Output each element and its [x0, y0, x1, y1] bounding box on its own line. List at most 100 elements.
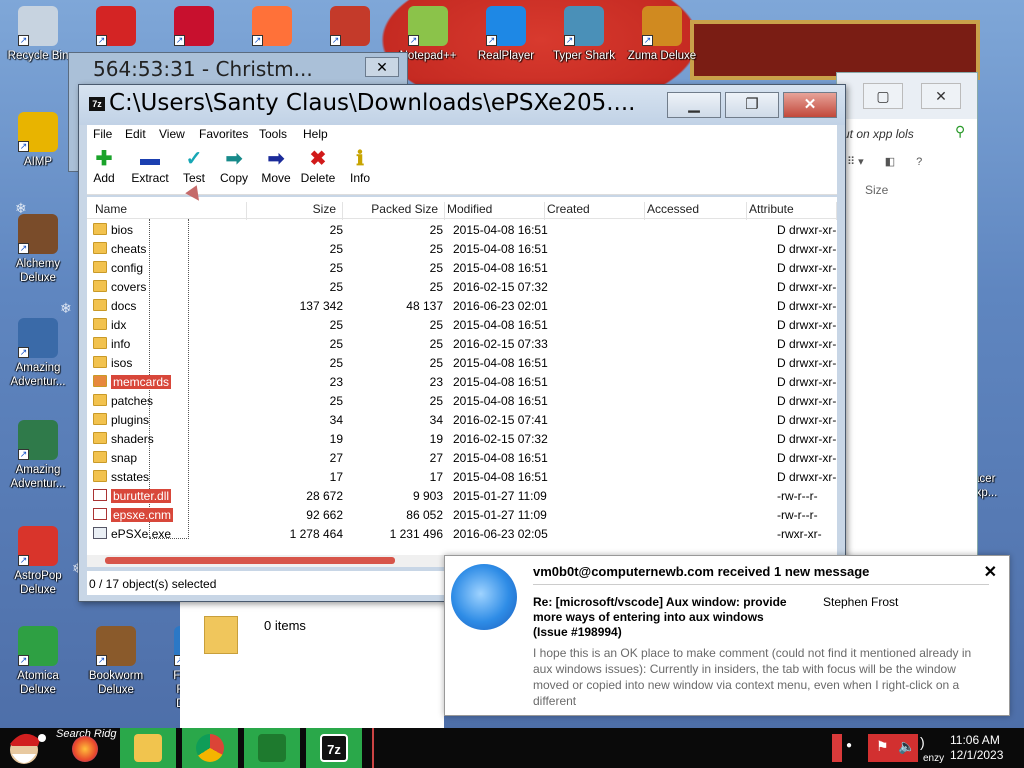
desktop-icon[interactable]: ↗ Alchemy Deluxe — [2, 214, 74, 285]
desktop-icon[interactable]: ↗ AstroPop Deluxe — [2, 526, 74, 597]
menu-item-favorites[interactable]: Favorites — [199, 127, 248, 141]
toolbar-label: Delete — [300, 171, 336, 185]
file-list[interactable]: Name Size Packed Size Modified Created Access… — [87, 197, 837, 555]
notification-close-button[interactable]: ✕ — [984, 562, 997, 582]
file-row[interactable]: patches 25 25 2015-04-08 16:51 D drwxr-xr- — [87, 392, 837, 411]
network-icon[interactable]: ⚑ — [876, 738, 889, 755]
taskbar-chrome[interactable] — [182, 728, 238, 768]
taskbar-file-explorer[interactable] — [120, 728, 176, 768]
scrollbar-thumb[interactable] — [105, 557, 395, 564]
desktop-icon[interactable]: ↗ Bookworm Deluxe — [80, 626, 152, 697]
file-modified: 2015-04-08 16:51 — [453, 223, 548, 237]
delete-button[interactable]: ✖ Delete — [295, 147, 341, 185]
desktop-icon[interactable]: ↗ RealPlayer — [470, 6, 542, 63]
desktop-icon[interactable]: ↗ — [80, 6, 152, 49]
column-header-attribute[interactable]: Attribute — [747, 202, 837, 220]
copy-button[interactable]: ➡ Copy — [211, 147, 257, 185]
menu-item-help[interactable]: Help — [303, 127, 328, 141]
column-header-created[interactable]: Created — [545, 202, 645, 220]
preview-pane-icon[interactable]: ◧ — [885, 156, 895, 168]
taskbar-christmas-app[interactable] — [244, 728, 300, 768]
sevenzip-window[interactable]: 7z C:\Users\Santy Claus\Downloads\ePSXe2… — [78, 84, 846, 602]
file-row[interactable]: config 25 25 2015-04-08 16:51 D drwxr-xr- — [87, 259, 837, 278]
folder-icon — [134, 734, 162, 762]
desktop-icon[interactable]: ↗ Amazing Adventur... — [2, 420, 74, 491]
mail-notification[interactable]: vm0b0t@computernewb.com received 1 new m… — [444, 555, 1010, 716]
app-icon: ↗ — [18, 626, 58, 666]
speaker-icon[interactable]: ) — [920, 734, 925, 750]
desktop-icon[interactable]: ↗ — [314, 6, 386, 49]
file-row[interactable]: shaders 19 19 2016-02-15 07:32 D drwxr-xr- — [87, 430, 837, 449]
clock-date[interactable]: 12/1/2023 — [950, 748, 1003, 762]
background-window-close-button[interactable]: ✕ — [365, 57, 399, 77]
file-row[interactable]: docs 137 342 48 137 2016-06-23 02:01 D drwxr… — [87, 297, 837, 316]
file-row[interactable]: burutter.dll 28 672 9 903 2015-01-27 11:09 -… — [87, 487, 837, 506]
menu-item-file[interactable]: File — [93, 127, 112, 141]
explorer-maximize-button[interactable]: ▢ — [863, 83, 903, 109]
desktop-icon[interactable]: ↗ AIMP — [2, 112, 74, 169]
folder-icon — [93, 413, 107, 425]
search-icon[interactable]: ⚲ — [955, 123, 965, 140]
file-modified: 2015-04-08 16:51 — [453, 261, 548, 275]
background-window-title: 564:53:31 - Christm... — [93, 57, 313, 81]
file-size: 137 342 — [299, 299, 343, 313]
help-icon[interactable]: ? — [916, 156, 922, 168]
column-header-packed-size[interactable]: Packed Size — [343, 202, 445, 220]
taskbar-7zip[interactable]: 7z — [306, 728, 362, 768]
firefox-icon[interactable] — [72, 736, 98, 762]
file-row[interactable]: isos 25 25 2015-04-08 16:51 D drwxr-xr- — [87, 354, 837, 373]
column-header-name[interactable]: Name — [93, 202, 247, 220]
explorer-size-column-header[interactable]: Size — [865, 183, 888, 197]
column-header-modified[interactable]: Modified — [445, 202, 545, 220]
explorer-close-button[interactable]: ✕ — [921, 83, 961, 109]
app-icon: ↗ — [408, 6, 448, 46]
desktop-icon[interactable]: ↗ Recycle Bin — [2, 6, 74, 63]
file-modified: 2016-02-15 07:32 — [453, 432, 548, 446]
file-row[interactable]: sstates 17 17 2015-04-08 16:51 D drwxr-xr- — [87, 468, 837, 487]
explorer-window[interactable]: ▢ ✕ ut on xpp lols ⚲ ⠿ ▾ ◧ ? Size — [836, 72, 978, 592]
file-name: plugins — [111, 413, 150, 427]
file-size: 34 — [329, 413, 343, 427]
close-button[interactable]: ✕ — [783, 92, 837, 118]
file-packed-size: 27 — [429, 451, 443, 465]
tray-language[interactable]: enzy — [923, 753, 944, 764]
file-row[interactable]: cheats 25 25 2015-04-08 16:51 D drwxr-xr- — [87, 240, 837, 259]
column-header-accessed[interactable]: Accessed — [645, 202, 747, 220]
menu-item-view[interactable]: View — [159, 127, 185, 141]
explorer-titlebar: ▢ ✕ — [837, 73, 977, 119]
view-options-icon[interactable]: ⠿ ▾ — [847, 156, 864, 168]
file-row[interactable]: snap 27 27 2015-04-08 16:51 D drwxr-xr- — [87, 449, 837, 468]
tray-dot-icon[interactable]: ● — [846, 740, 852, 751]
file-row[interactable]: covers 25 25 2016-02-15 07:32 D drwxr-xr- — [87, 278, 837, 297]
desktop-icon[interactable]: ↗ Atomica Deluxe — [2, 626, 74, 697]
add-button[interactable]: ✚ Add — [81, 147, 127, 185]
desktop-icon[interactable]: ↗ Typer Shark — [548, 6, 620, 63]
move-button[interactable]: ➡ Move — [253, 147, 299, 185]
desktop-icon[interactable]: ↗ — [236, 6, 308, 49]
file-row[interactable]: epsxe.cnm 92 662 86 052 2015-01-27 11:09 -rw… — [87, 506, 837, 525]
file-modified: 2015-04-08 16:51 — [453, 356, 548, 370]
desktop-icon[interactable]: ↗ — [158, 6, 230, 49]
clock-time[interactable]: 11:06 AM — [950, 733, 1000, 747]
menu-item-tools[interactable]: Tools — [259, 127, 287, 141]
extract-button[interactable]: ▬ Extract — [127, 147, 173, 185]
column-header-size[interactable]: Size — [247, 202, 343, 220]
file-row[interactable]: plugins 34 34 2016-02-15 07:41 D drwxr-xr- — [87, 411, 837, 430]
minimize-button[interactable]: ▁ — [667, 92, 721, 118]
file-row[interactable]: bios 25 25 2015-04-08 16:51 D drwxr-xr- — [87, 221, 837, 240]
file-row[interactable]: memcards 23 23 2015-04-08 16:51 D drwxr-xr- — [87, 373, 837, 392]
file-row[interactable]: idx 25 25 2015-04-08 16:51 D drwxr-xr- — [87, 316, 837, 335]
file-row[interactable]: info 25 25 2016-02-15 07:33 D drwxr-xr- — [87, 335, 837, 354]
sevenzip-titlebar[interactable]: 7z C:\Users\Santy Claus\Downloads\ePSXe2… — [79, 85, 845, 125]
maximize-button[interactable]: ❐ — [725, 92, 779, 118]
folder-icon — [93, 299, 107, 311]
desktop-icon[interactable]: ↗ Zuma Deluxe — [626, 6, 698, 63]
file-modified: 2016-02-15 07:41 — [453, 413, 548, 427]
info-button[interactable]: ℹ Info — [337, 147, 383, 185]
menu-item-edit[interactable]: Edit — [125, 127, 146, 141]
start-button[interactable] — [0, 728, 50, 768]
desktop-icon[interactable]: ↗ Amazing Adventur... — [2, 318, 74, 389]
volume-icon[interactable]: 🔈 — [898, 738, 915, 755]
notification-divider — [533, 584, 989, 585]
file-row[interactable]: ePSXe.exe 1 278 464 1 231 496 2016-06-23 02… — [87, 525, 837, 544]
